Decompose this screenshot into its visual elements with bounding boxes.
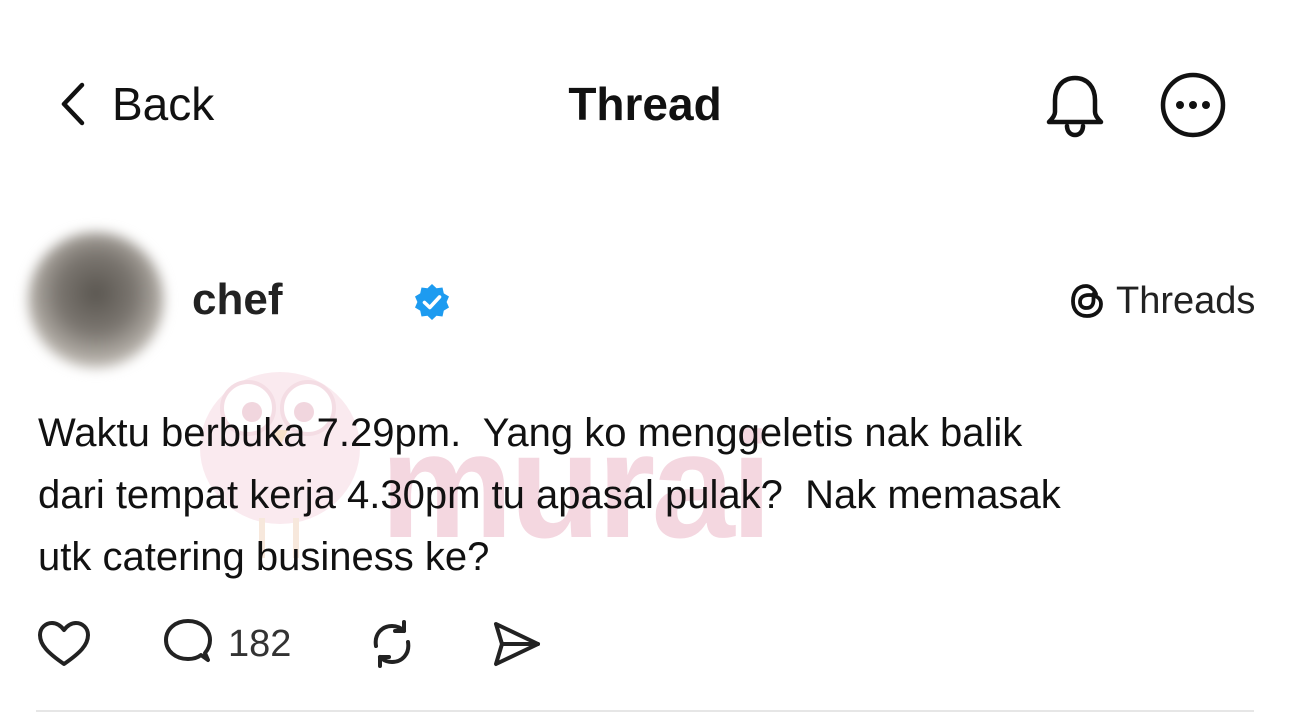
heart-icon (38, 621, 90, 666)
repost-icon (373, 620, 411, 668)
reply-button[interactable]: 182 (160, 612, 291, 676)
bell-icon[interactable] (1040, 70, 1110, 140)
platform-label: Threads (1116, 280, 1256, 322)
more-circle-icon[interactable] (1158, 70, 1228, 140)
avatar[interactable] (28, 232, 164, 368)
threads-link[interactable]: Threads (1068, 278, 1255, 324)
divider (36, 710, 1254, 712)
comment-icon (164, 619, 212, 662)
like-button[interactable] (36, 612, 92, 676)
share-button[interactable] (488, 612, 544, 676)
username[interactable]: chef (192, 274, 282, 326)
post-text: Waktu berbuka 7.29pm. Yang ko menggeleti… (38, 411, 1061, 579)
reply-count: 182 (228, 623, 292, 665)
threads-logo-icon (1071, 284, 1103, 318)
repost-button[interactable] (364, 612, 420, 676)
thread-screen: Back Thread chef Threads murai Waktu ber… (0, 0, 1290, 716)
verified-badge-icon (415, 284, 449, 320)
send-icon (494, 622, 540, 666)
